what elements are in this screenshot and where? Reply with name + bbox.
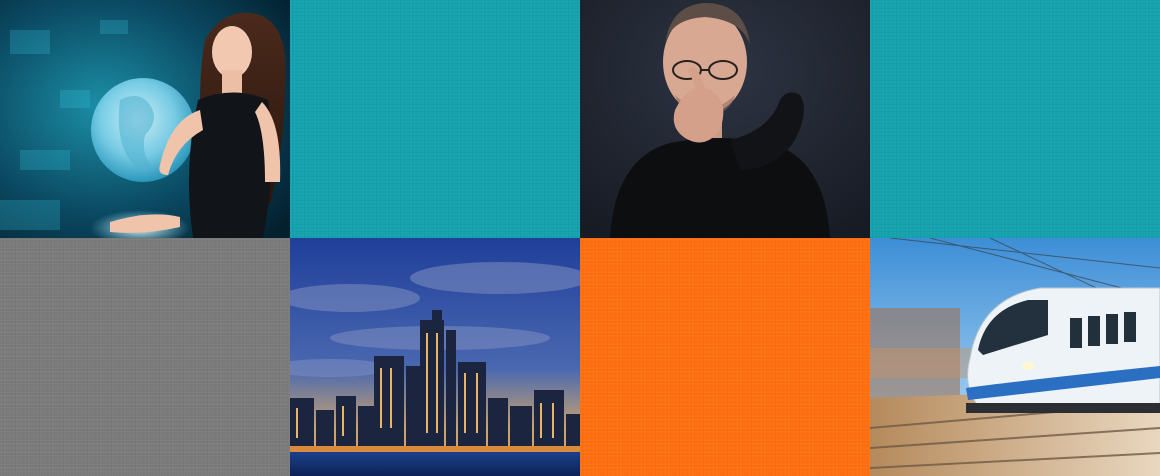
tile-teal-2[interactable] (870, 0, 1160, 238)
tile-train[interactable] (870, 238, 1160, 476)
city-skyline-image (290, 238, 580, 476)
woman-globe-image (0, 0, 290, 238)
tile-orange[interactable] (580, 238, 870, 476)
tile-grid (0, 0, 1160, 476)
train-image (870, 238, 1160, 476)
tile-woman-globe[interactable] (0, 0, 290, 238)
tile-teal-1[interactable] (290, 0, 580, 238)
tile-man-pointing[interactable] (580, 0, 870, 238)
tile-gray[interactable] (0, 238, 290, 476)
tile-city-skyline[interactable] (290, 238, 580, 476)
man-pointing-image (580, 0, 870, 238)
